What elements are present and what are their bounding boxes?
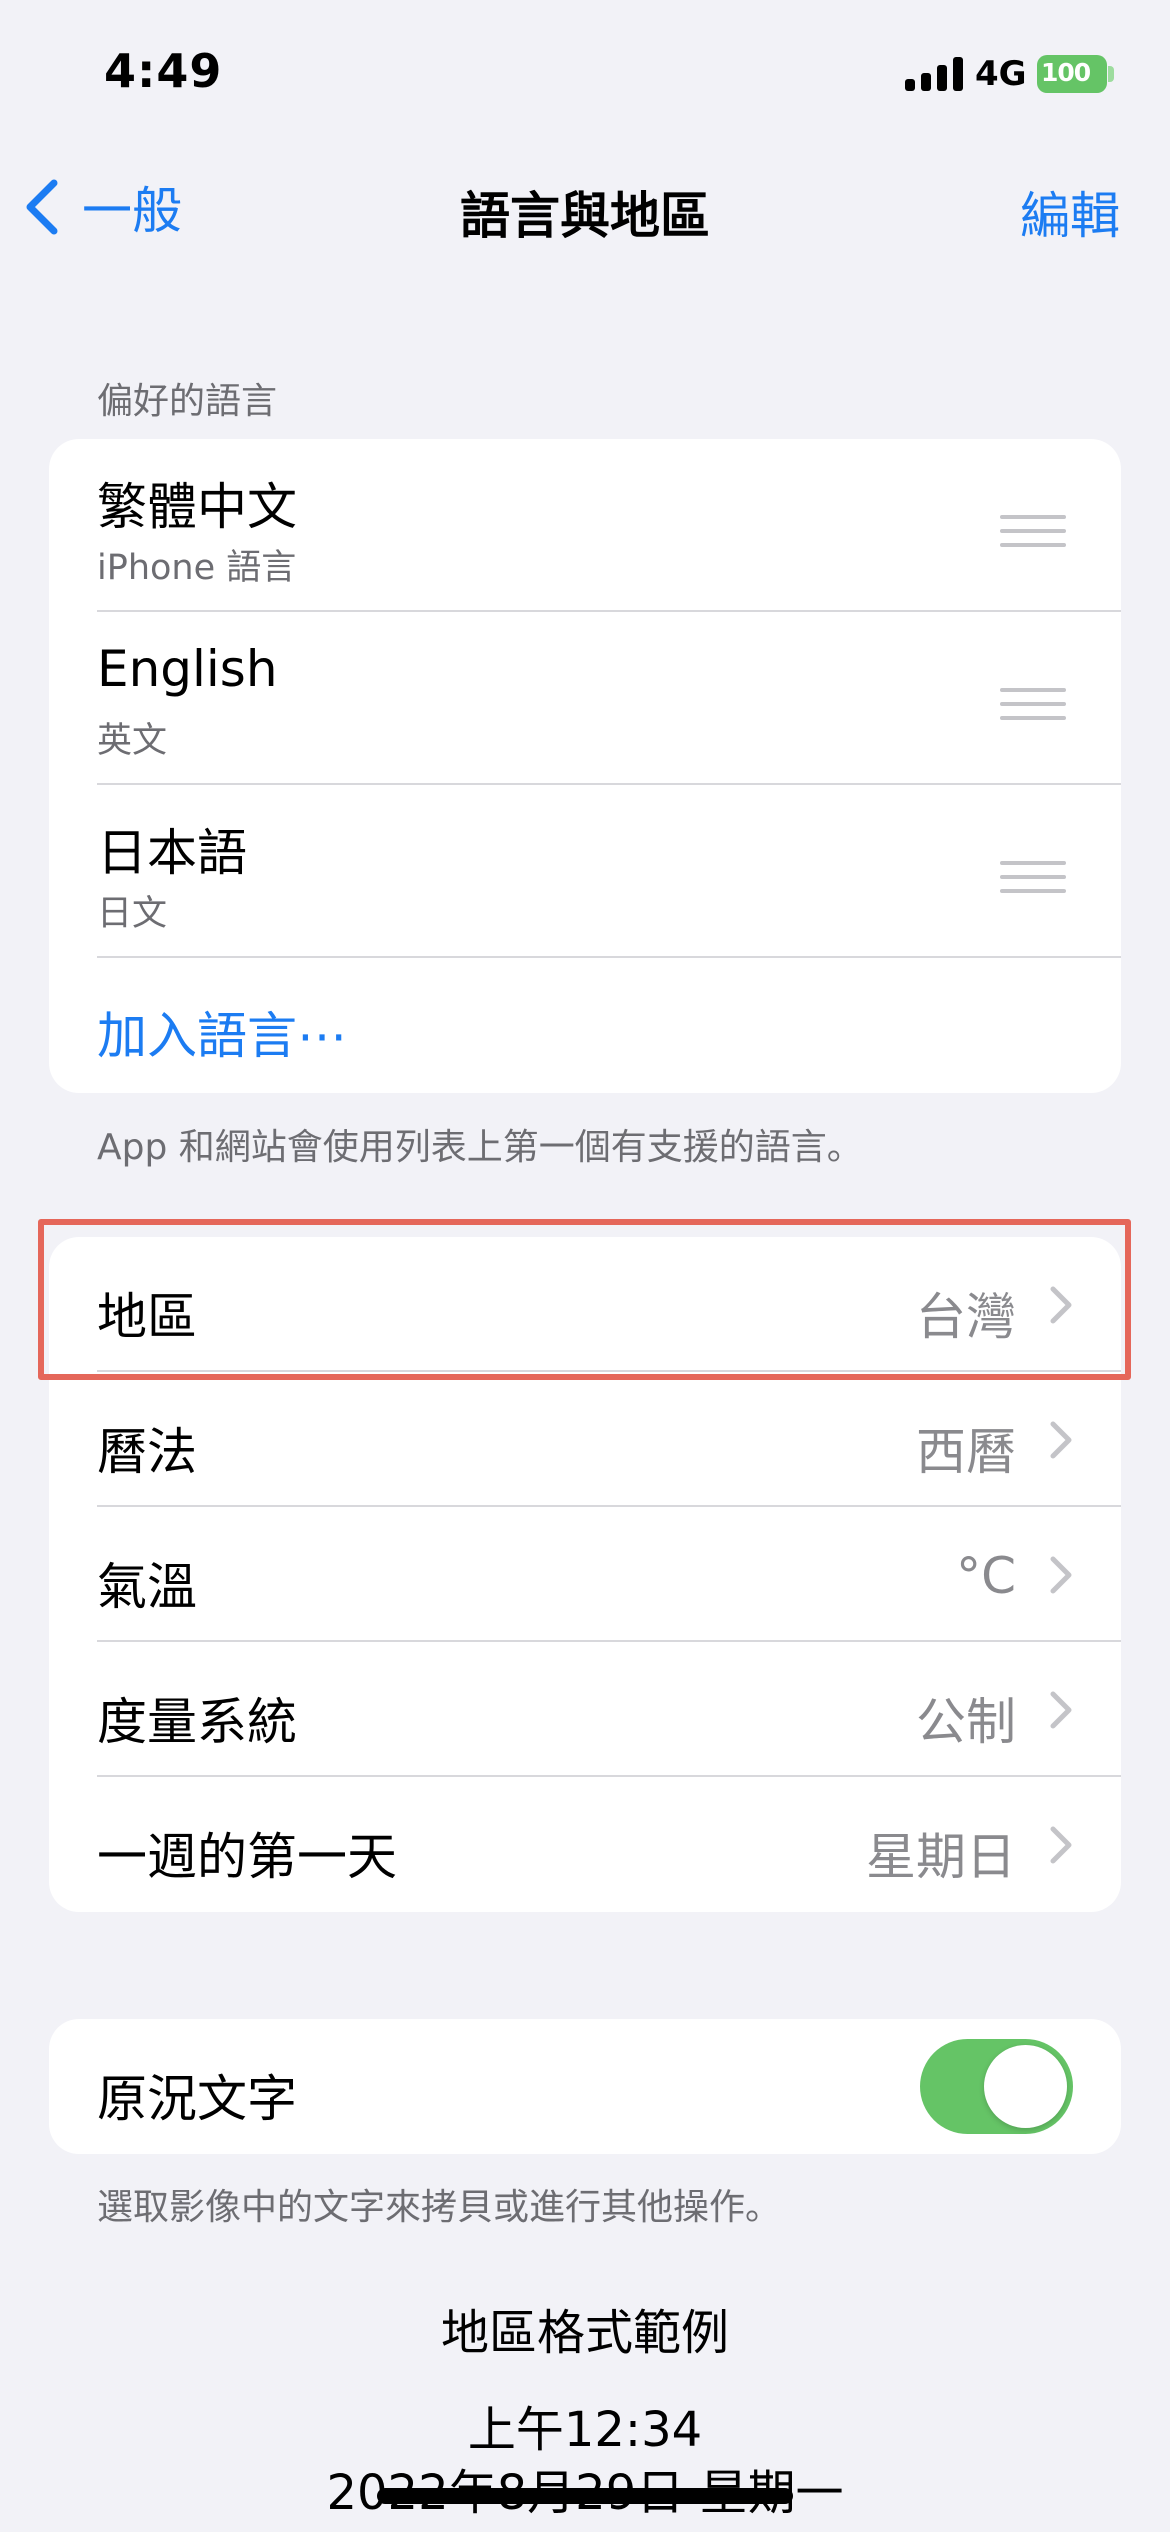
- row-label: 原況文字: [97, 2070, 297, 2128]
- chevron-right-icon: [1050, 1691, 1072, 1729]
- chevron-right-icon: [1050, 1826, 1072, 1864]
- region-format-example-title: 地區格式範例: [440, 2305, 729, 2361]
- row-value: 公制: [916, 1693, 1016, 1751]
- language-subtitle: iPhone 語言: [97, 548, 297, 588]
- settings-row-live-text: 原況文字: [49, 2019, 1121, 2154]
- page-title: 語言與地區: [460, 187, 710, 245]
- home-indicator: [377, 2488, 793, 2504]
- language-subtitle: 日文: [97, 894, 168, 934]
- battery-tip: [1108, 66, 1114, 82]
- languages-footer: App 和網站會使用列表上第一個有支援的語言。: [97, 1127, 863, 1168]
- toggle-knob: [984, 2045, 1067, 2128]
- region-row-highlight: [38, 1219, 1131, 1380]
- live-text-footer: 選取影像中的文字來拷貝或進行其他操作。: [97, 2187, 782, 2228]
- battery-level: 100: [1041, 58, 1091, 87]
- row-value: 星期日: [866, 1828, 1016, 1886]
- row-label: 度量系統: [97, 1693, 297, 1751]
- settings-row-measurement-system[interactable]: 度量系統 公制: [49, 1642, 1121, 1777]
- row-label: 氣溫: [97, 1558, 197, 1616]
- cellular-signal-icon: [905, 57, 963, 91]
- settings-row-first-day-of-week[interactable]: 一週的第一天 星期日: [49, 1777, 1121, 1912]
- add-language-label: 加入語言⋯: [97, 1007, 347, 1065]
- chevron-right-icon: [1050, 1556, 1072, 1594]
- live-text-toggle[interactable]: [920, 2039, 1073, 2134]
- language-name: 繁體中文: [97, 478, 297, 536]
- status-bar: 4:49 4G 100: [0, 0, 1170, 150]
- example-time: 上午12:34: [467, 2402, 703, 2458]
- preferred-languages-header: 偏好的語言: [97, 381, 278, 422]
- row-label: 曆法: [97, 1423, 197, 1481]
- row-value: °C: [956, 1547, 1016, 1605]
- language-row-english[interactable]: English 英文: [49, 612, 1121, 785]
- settings-row-calendar[interactable]: 曆法 西曆: [49, 1372, 1121, 1507]
- live-text-group: 原況文字: [49, 2019, 1121, 2154]
- language-name: English: [97, 640, 278, 698]
- edit-button[interactable]: 編輯: [1020, 176, 1120, 248]
- language-subtitle: 英文: [97, 721, 168, 761]
- add-language-button[interactable]: 加入語言⋯: [49, 958, 1121, 1093]
- settings-row-temperature[interactable]: 氣溫 °C: [49, 1507, 1121, 1642]
- status-time: 4:49: [104, 44, 223, 98]
- reorder-handle-icon[interactable]: [1000, 515, 1066, 547]
- row-value: 西曆: [916, 1423, 1016, 1481]
- preferred-languages-list: 繁體中文 iPhone 語言 English 英文 日本語 日文 加入語言⋯: [49, 439, 1121, 1093]
- reorder-handle-icon[interactable]: [1000, 861, 1066, 893]
- chevron-right-icon: [1050, 1421, 1072, 1459]
- battery-icon: 100: [1037, 55, 1107, 93]
- row-label: 一週的第一天: [97, 1828, 397, 1886]
- reorder-handle-icon[interactable]: [1000, 688, 1066, 720]
- language-row-traditional-chinese[interactable]: 繁體中文 iPhone 語言: [49, 439, 1121, 612]
- language-row-japanese[interactable]: 日本語 日文: [49, 785, 1121, 958]
- language-name: 日本語: [97, 824, 247, 882]
- network-type: 4G: [975, 54, 1027, 94]
